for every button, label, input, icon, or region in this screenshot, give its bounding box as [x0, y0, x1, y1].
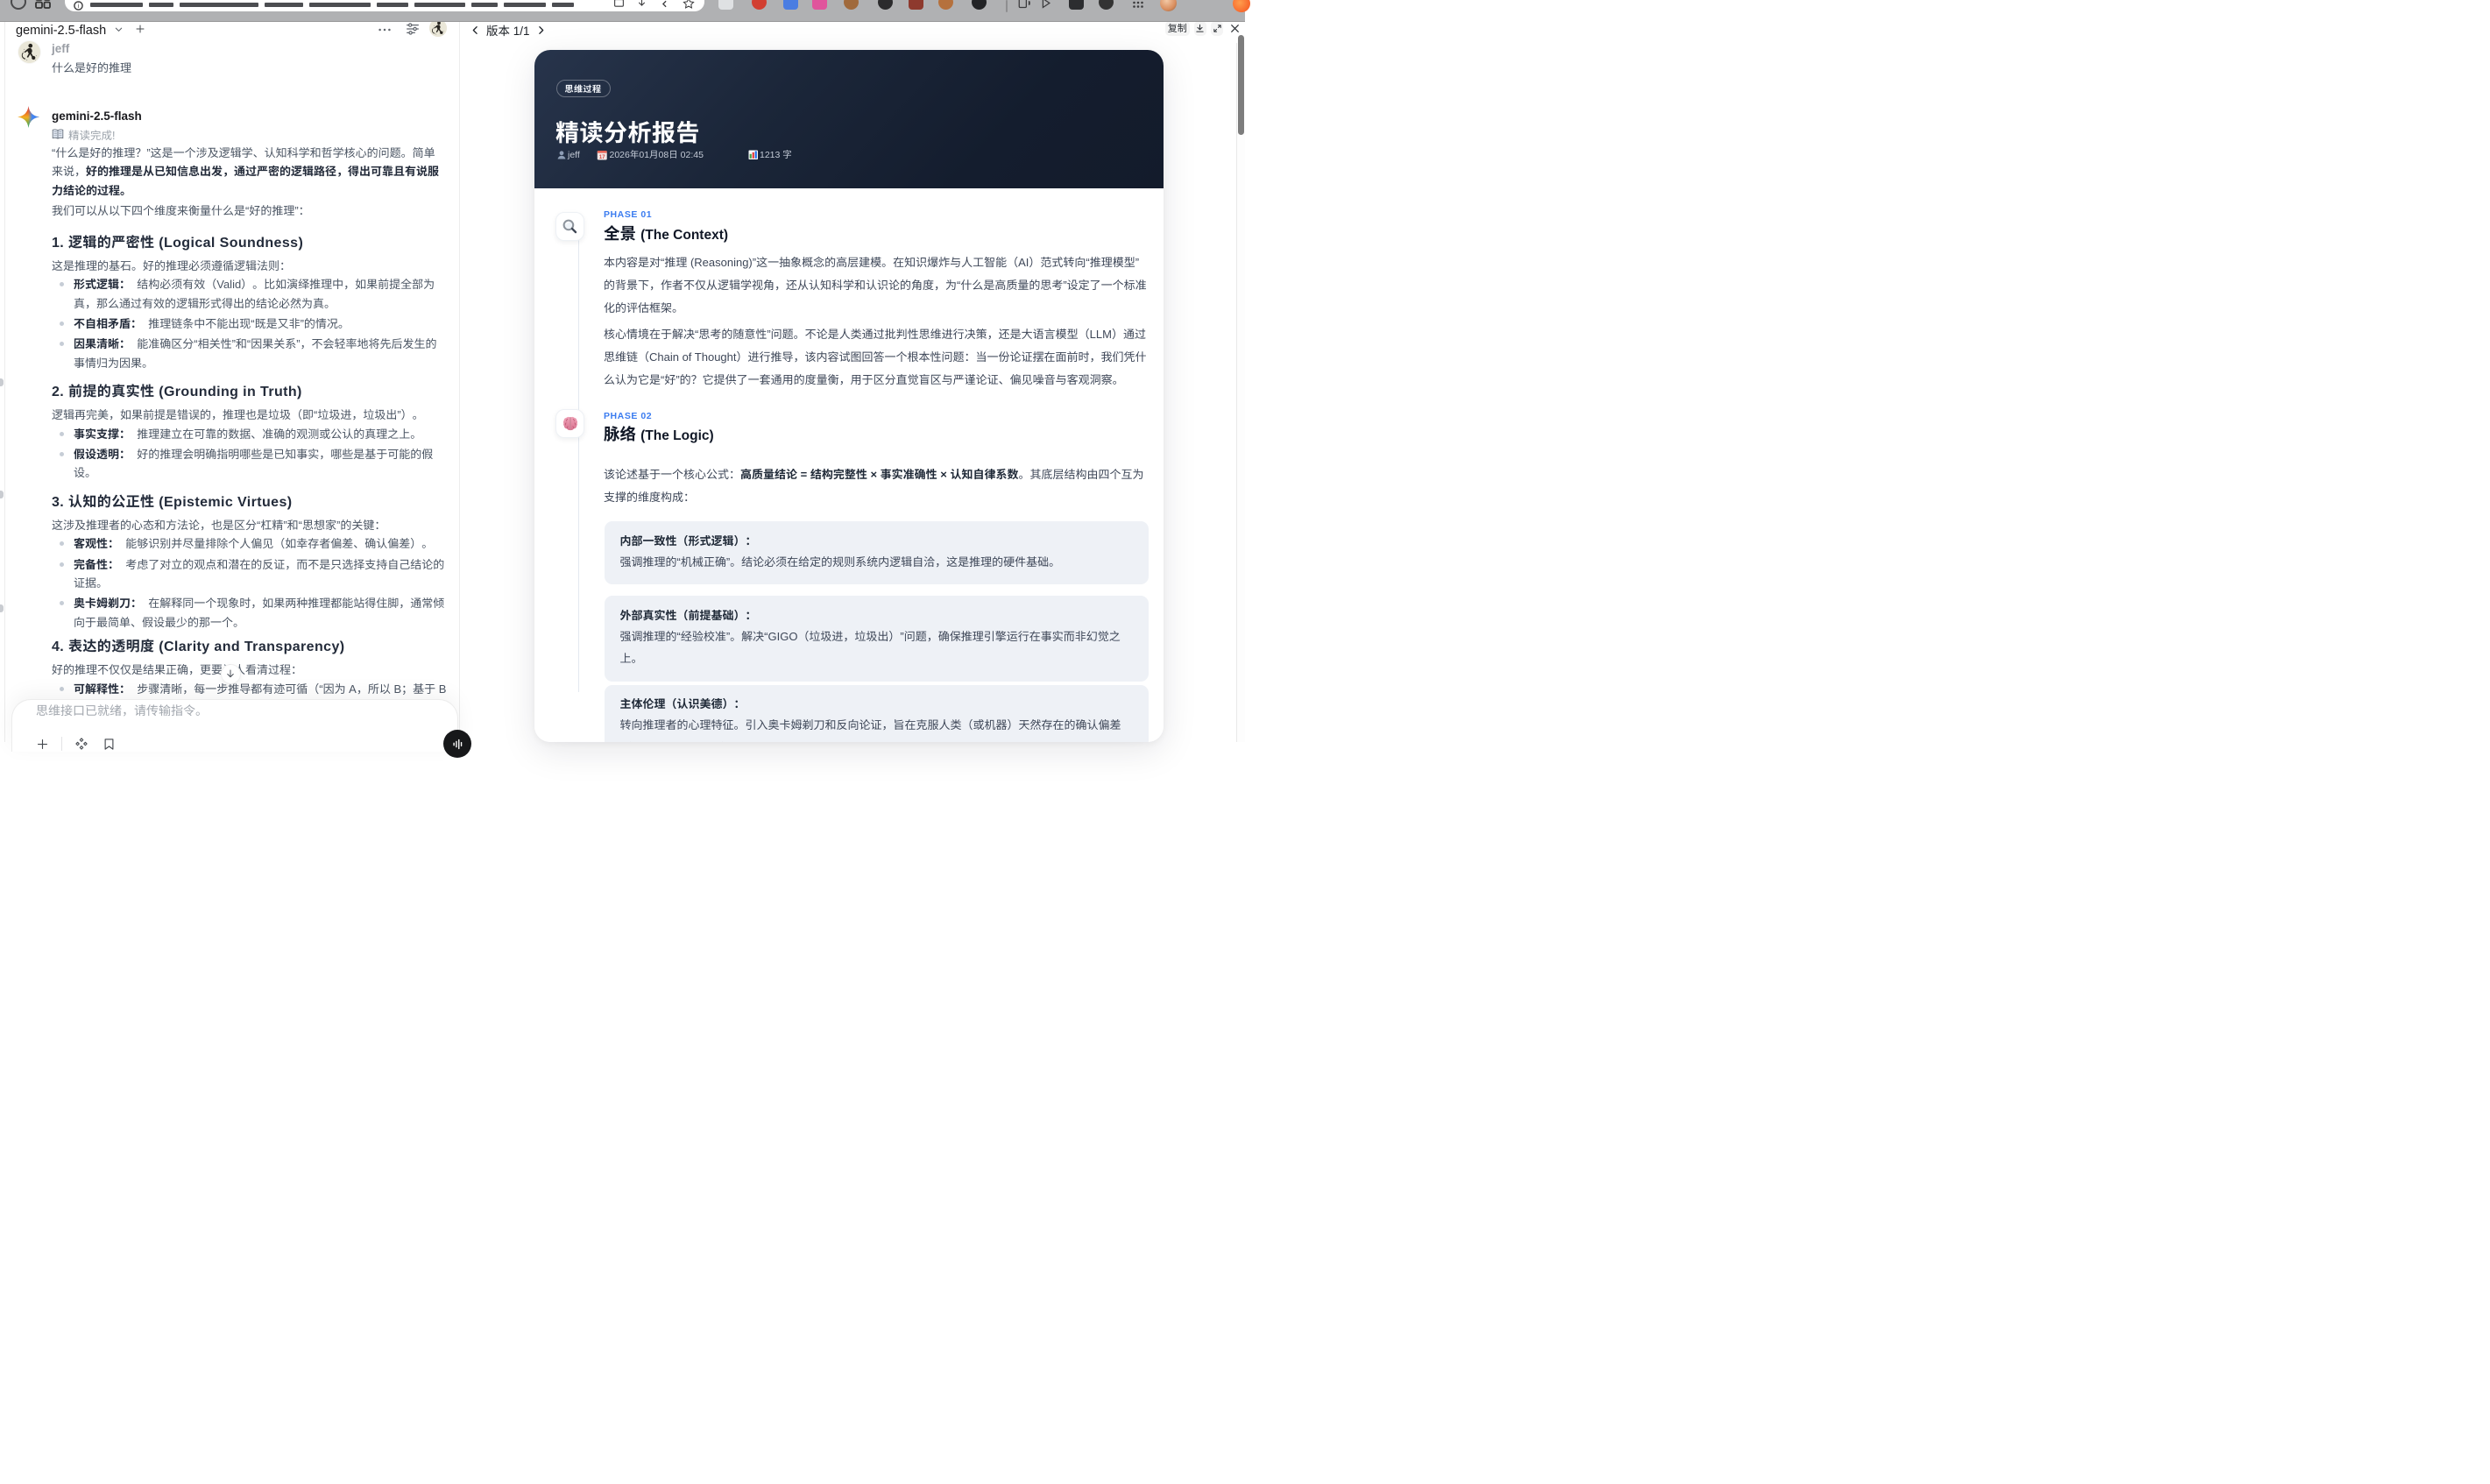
svg-text:i: i	[78, 4, 80, 10]
svg-text:17: 17	[599, 154, 605, 159]
